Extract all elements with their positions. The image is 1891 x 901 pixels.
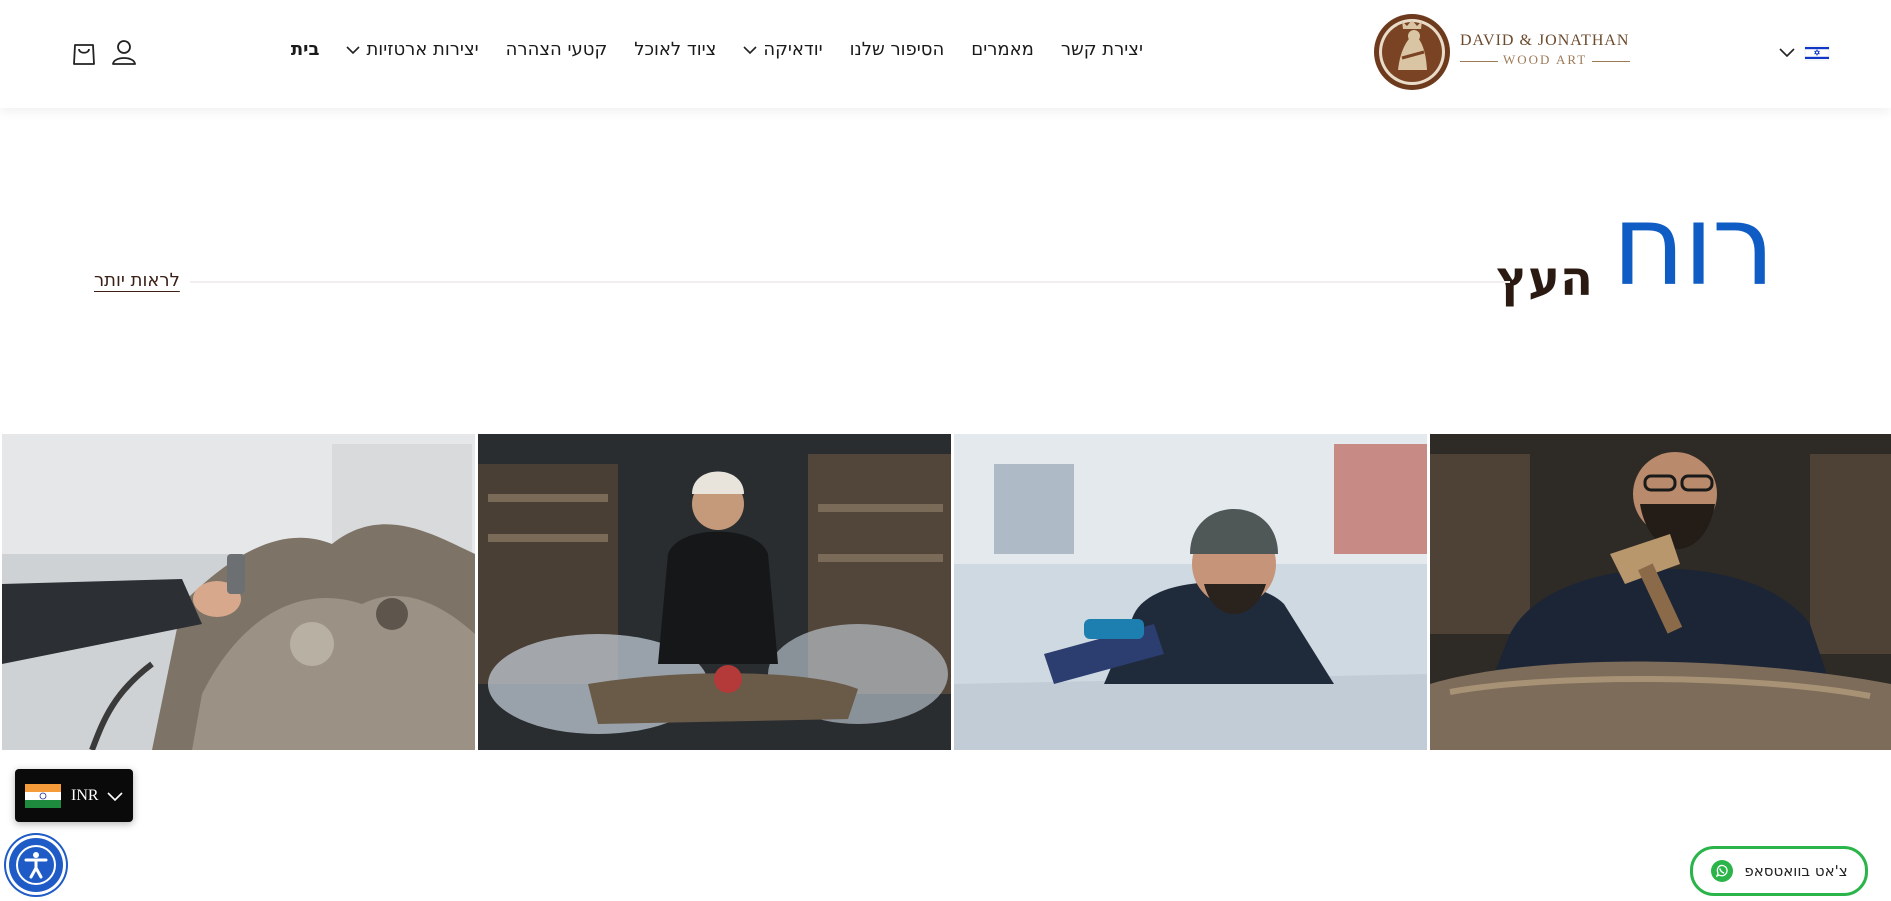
logo-emblem-icon (1374, 14, 1450, 90)
user-icon[interactable] (108, 36, 140, 68)
india-flag-icon (25, 783, 61, 808)
workshop-chiseling-photo[interactable] (1430, 434, 1891, 750)
see-more-link[interactable]: לראות יותר (94, 270, 180, 291)
section-title: רוח (1612, 181, 1775, 311)
site-logo[interactable]: DAVID & JONATHAN WOOD ART (1372, 12, 1631, 92)
israel-flag-icon (1804, 45, 1830, 61)
nav-item-our-story[interactable]: הסיפור שלנו (850, 36, 945, 64)
workshop-grinding-photo[interactable] (478, 434, 951, 750)
section-divider (190, 281, 1510, 283)
main-nav: בית יצירות ארטזיות קטעי הצהרה ציוד לאוכל… (264, 36, 1143, 64)
logo-title: DAVID & JONATHAN (1460, 32, 1630, 49)
nav-item-artistic-works[interactable]: יצירות ארטזיות (346, 36, 479, 64)
whatsapp-chat-button[interactable]: צ'אט בוואטסאפ (1690, 846, 1868, 896)
accessibility-button[interactable] (9, 838, 63, 892)
whatsapp-icon (1711, 860, 1734, 882)
whatsapp-label: צ'אט בוואטסאפ (1744, 862, 1848, 880)
workshop-sanding-photo[interactable] (2, 434, 475, 750)
nav-item-statement-pieces[interactable]: קטעי הצהרה (506, 36, 608, 64)
currency-selector[interactable]: INR (15, 769, 133, 822)
logo-subtitle: WOOD ART (1460, 52, 1631, 68)
workshop-planing-photo[interactable] (954, 434, 1427, 750)
photo-gallery (2, 434, 1891, 750)
site-header: בית יצירות ארטזיות קטעי הצהרה ציוד לאוכל… (0, 0, 1891, 108)
chevron-down-icon (346, 46, 361, 55)
accessibility-icon (16, 845, 56, 885)
nav-item-home[interactable]: בית (291, 36, 320, 64)
section-subtitle: העץ (1496, 251, 1593, 307)
nav-item-contact[interactable]: יצירת קשר (1061, 36, 1143, 64)
language-selector[interactable] (1779, 42, 1831, 62)
shopping-bag-icon[interactable] (68, 36, 100, 68)
nav-item-articles[interactable]: מאמרים (971, 36, 1034, 64)
chevron-down-icon (743, 46, 757, 55)
currency-code: INR (71, 786, 99, 804)
nav-item-tableware[interactable]: ציוד לאוכל (634, 36, 716, 64)
nav-item-judaica[interactable]: יודאיקה (743, 36, 823, 64)
chevron-down-icon (106, 791, 123, 801)
chevron-down-icon (1779, 48, 1795, 58)
